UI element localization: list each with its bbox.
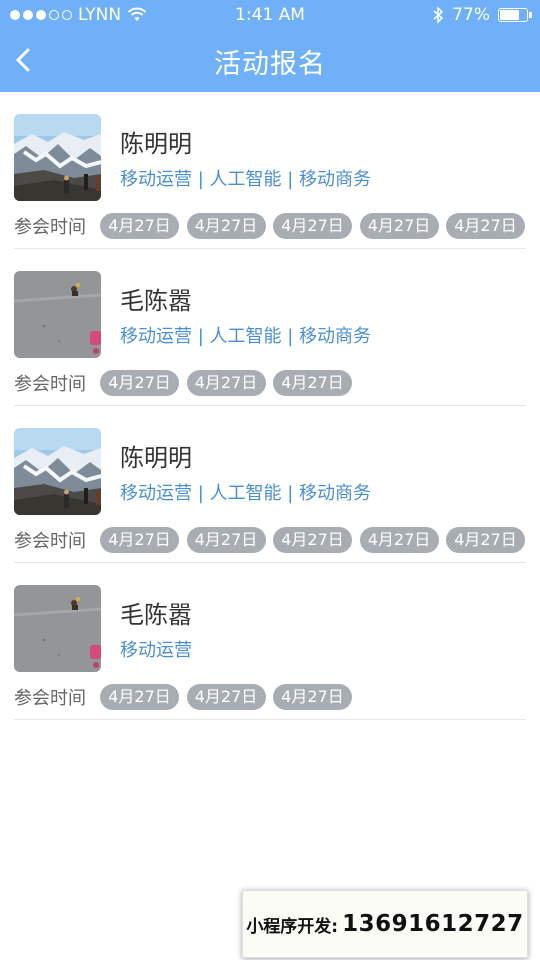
battery-icon — [498, 8, 532, 22]
date-chip: 4月27日 — [446, 527, 525, 553]
date-chip: 4月27日 — [186, 370, 266, 396]
battery-percent: 77% — [452, 5, 490, 25]
registration-card[interactable]: 陈明明移动运营 | 人工智能 | 移动商务参会时间 4月27日 4月27日 4月27日… — [14, 92, 526, 249]
attend-time-label: 参会时间 — [14, 688, 86, 709]
registration-card[interactable]: 毛陈嚣移动运营参会时间 4月27日 4月27日 4月27日 — [14, 563, 526, 720]
registration-card[interactable]: 毛陈嚣移动运营 | 人工智能 | 移动商务参会时间 4月27日 4月27日 4月27日 — [14, 249, 526, 406]
date-chip: 4月27日 — [186, 684, 266, 710]
date-chip: 4月27日 — [273, 213, 352, 239]
attend-time-row: 参会时间 4月27日 4月27日 4月27日 — [14, 370, 360, 396]
attendee-name: 陈明明 — [120, 130, 192, 158]
attend-time-row: 参会时间 4月27日 4月27日 4月27日 4月27日 4月27日 — [14, 527, 533, 553]
attendee-name: 陈明明 — [120, 444, 192, 472]
attend-time-row: 参会时间 4月27日 4月27日 4月27日 — [14, 684, 360, 710]
date-chip: 4月27日 — [100, 213, 179, 239]
mountain-photo — [14, 428, 101, 515]
registration-card[interactable]: 陈明明移动运营 | 人工智能 | 移动商务参会时间 4月27日 4月27日 4月27日… — [14, 406, 526, 563]
street-photo — [14, 271, 101, 358]
date-chip: 4月27日 — [100, 684, 179, 710]
bluetooth-icon — [433, 6, 444, 24]
promo-label: 小程序开发: — [246, 916, 339, 937]
promo-phone: 13691612727 — [342, 911, 524, 937]
nav-bar: 活动报名 — [0, 30, 540, 92]
page-title: 活动报名 — [214, 49, 326, 80]
attendee-name: 毛陈嚣 — [120, 601, 192, 629]
status-bar: LYNN 1:41 AM 77% — [0, 0, 540, 30]
interest-tags: 移动运营 — [120, 640, 192, 661]
date-chip: 4月27日 — [273, 527, 352, 553]
attendee-name: 毛陈嚣 — [120, 287, 192, 315]
status-right: 77% — [432, 5, 532, 25]
date-chip: 4月27日 — [186, 527, 266, 553]
attend-time-label: 参会时间 — [14, 374, 86, 395]
date-chip: 4月27日 — [273, 684, 352, 710]
attend-time-label: 参会时间 — [14, 531, 86, 552]
attend-time-row: 参会时间 4月27日 4月27日 4月27日 4月27日 4月27日 — [14, 213, 533, 239]
street-photo — [14, 585, 101, 672]
interest-tags: 移动运营 | 人工智能 | 移动商务 — [120, 169, 372, 190]
date-chip: 4月27日 — [359, 527, 439, 553]
app-header: LYNN 1:41 AM 77% 活动报名 — [0, 0, 540, 92]
date-chip: 4月27日 — [446, 213, 525, 239]
promo-banner[interactable]: 小程序开发: 13691612727 — [242, 890, 528, 958]
date-chip: 4月27日 — [359, 213, 439, 239]
date-chip: 4月27日 — [273, 370, 352, 396]
interest-tags: 移动运营 | 人工智能 | 移动商务 — [120, 326, 372, 347]
interest-tags: 移动运营 | 人工智能 | 移动商务 — [120, 483, 372, 504]
date-chip: 4月27日 — [186, 213, 266, 239]
date-chip: 4月27日 — [100, 527, 179, 553]
mountain-photo — [14, 114, 101, 201]
registration-list: 陈明明 移动运营 | 人工智能 | 移动商务 参会时间 4月27日 4月27日 4月27日… — [0, 92, 540, 720]
date-chip: 4月27日 — [100, 370, 179, 396]
attend-time-label: 参会时间 — [14, 217, 86, 238]
